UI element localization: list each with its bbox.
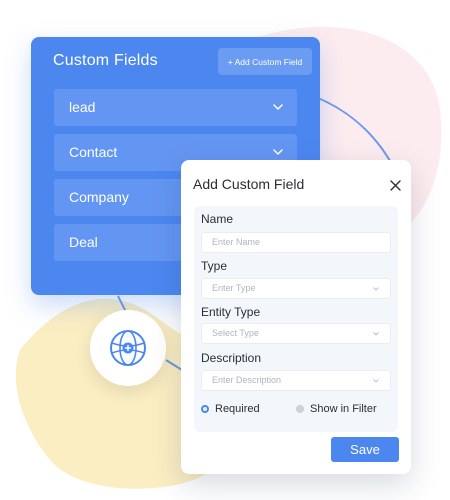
custom-field-item-label: Deal <box>69 234 98 250</box>
name-label: Name <box>201 212 234 226</box>
chevron-down-icon <box>373 379 379 383</box>
required-label: Required <box>215 403 260 415</box>
chevron-down-icon <box>373 332 379 336</box>
radio-selected-icon <box>201 405 209 413</box>
required-option[interactable]: Required <box>201 403 260 415</box>
show-in-filter-label: Show in Filter <box>310 403 377 415</box>
chevron-down-icon <box>373 287 379 291</box>
name-placeholder: Enter Name <box>212 237 261 247</box>
custom-field-item-label: lead <box>69 99 96 115</box>
globe-icon <box>110 330 146 366</box>
show-in-filter-option[interactable]: Show in Filter <box>296 403 377 415</box>
custom-field-item-label: Company <box>69 189 129 205</box>
dialog-title: Add Custom Field <box>193 176 305 192</box>
chevron-down-icon <box>273 149 283 155</box>
description-input[interactable]: Enter Description <box>201 370 391 391</box>
panel-title: Custom Fields <box>53 52 158 69</box>
add-custom-field-button[interactable]: + Add Custom Field <box>218 48 312 75</box>
entity-type-label: Entity Type <box>201 305 261 319</box>
custom-field-form: Name Enter Name Type Enter Type Entity T… <box>194 206 398 432</box>
custom-field-item-label: Contact <box>69 144 118 160</box>
name-input[interactable]: Enter Name <box>201 232 391 253</box>
close-icon[interactable] <box>389 179 402 192</box>
entity-type-select[interactable]: Select Type <box>201 323 391 344</box>
radio-unselected-icon <box>296 405 304 413</box>
custom-field-item-lead[interactable]: lead <box>54 89 297 126</box>
description-placeholder: Enter Description <box>212 375 282 385</box>
globe-badge <box>90 310 166 386</box>
type-label: Type <box>201 259 228 273</box>
type-select[interactable]: Enter Type <box>201 278 391 299</box>
description-label: Description <box>201 351 262 365</box>
entity-type-placeholder: Select Type <box>212 328 259 338</box>
chevron-down-icon <box>273 104 283 110</box>
type-placeholder: Enter Type <box>212 283 256 293</box>
add-custom-field-dialog: Add Custom Field Name Enter Name Type En… <box>181 160 411 474</box>
save-button[interactable]: Save <box>331 437 399 462</box>
